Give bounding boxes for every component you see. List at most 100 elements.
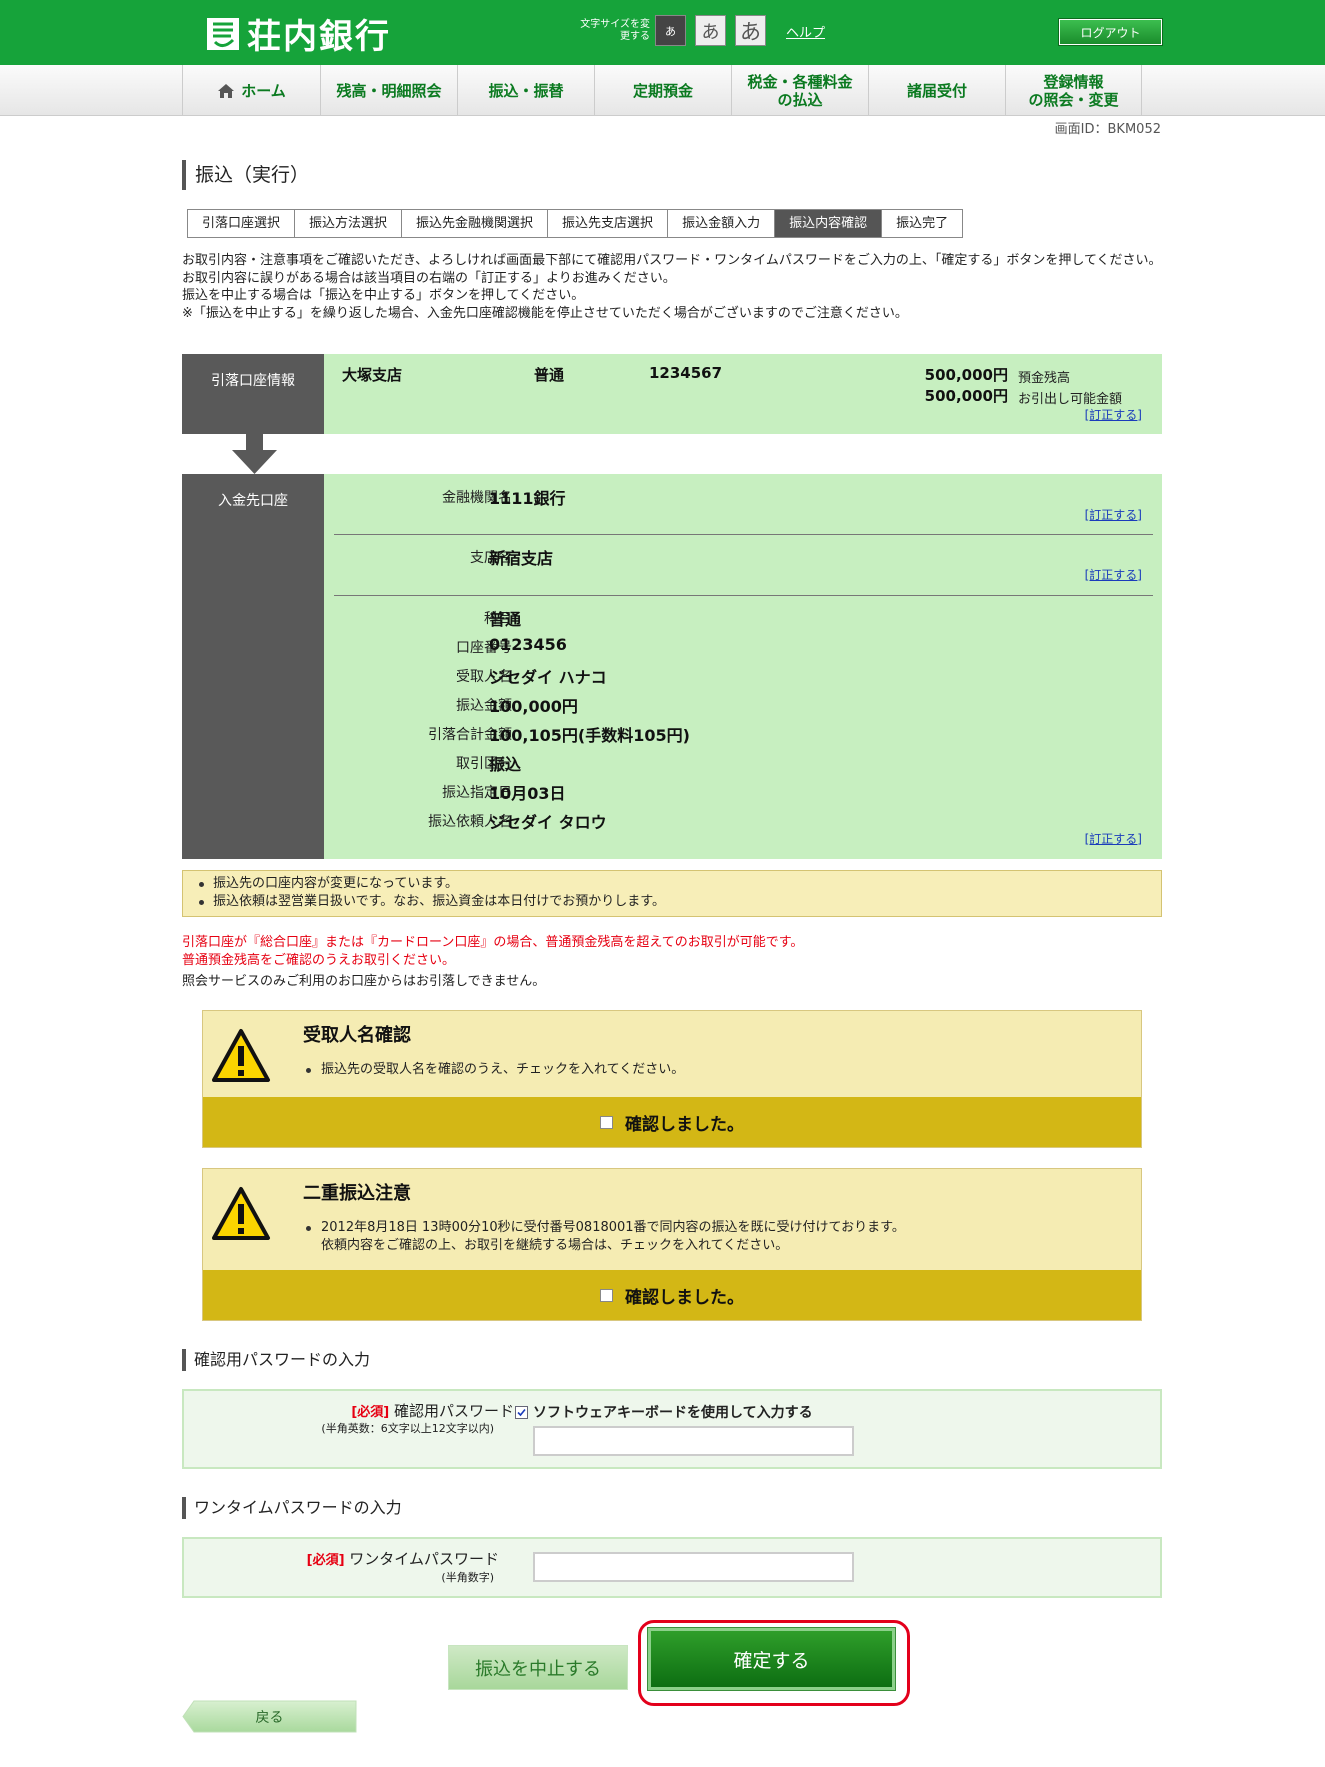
step-item: 振込先支店選択 [548,210,669,237]
recipient-confirm-alert: 受取人名確認 振込先の受取人名を確認のうえ、チェックを入れてください。 確認しま… [202,1010,1142,1148]
bank-name-value: 1111銀行 [489,489,566,508]
font-size-medium-button[interactable]: あ [695,15,726,46]
from-account-panel: 引落口座情報 大塚支店 普通 1234567 500,000円 預金残高 500… [182,354,1162,434]
step-item: 振込先金融機関選択 [402,210,549,237]
down-arrow-icon [232,434,277,474]
duplicate-transfer-alert: 二重振込注意 2012年8月18日 13時00分10秒に受付番号0818001番… [202,1168,1142,1321]
from-available-label: お引出し可能金額 [1018,392,1123,407]
nav-balance[interactable]: 残高・明細照会 [320,65,457,116]
instruction-line: ※「振込を中止する」を繰り返した場合、入金先口座確認機能を停止させていただく場合… [182,305,908,321]
font-size-label: 文字サイズを変更する [580,19,650,42]
step-item: 振込完了 [882,210,963,237]
otp-label: [必須] ワンタイムパスワード [306,1550,499,1568]
from-correct-link[interactable]: [訂正する] [1085,406,1142,423]
page-title: 振込（実行） [182,160,309,190]
otp-input[interactable] [533,1552,854,1582]
divider [334,534,1153,535]
main-nav: ホーム 残高・明細照会 振込・振替 定期預金 税金・各種料金 の払込 諸届受付 … [0,65,1325,116]
nav-registration[interactable]: 登録情報 の照会・変更 [1005,65,1142,116]
detail-value: ジセダイ タロウ [489,813,607,832]
detail-label: 受取人名 [456,669,512,685]
otp-hint: (半角数字) [441,1571,494,1584]
software-keyboard-label[interactable]: ソフトウェアキーボードを使用して入力する [533,1402,813,1422]
detail-value: 振込 [489,755,522,774]
detail-label: 振込金額 [456,698,512,714]
password-hint: (半角英数：6文字以上12文字以内) [321,1422,494,1435]
font-size-large-button[interactable]: あ [735,15,766,46]
detail-value: ジセダイ ハナコ [489,668,607,687]
confirm-check-label[interactable]: 確認しました。 [625,1110,744,1135]
to-account-panel: 入金先口座 金融機関名 1111銀行 [訂正する] 支店名 新宿支店 [訂正する… [182,474,1162,859]
alert-title: 二重振込注意 [303,1183,411,1204]
confirm-check-label[interactable]: 確認しました。 [625,1283,744,1308]
instruction-line: お取引内容に誤りがある場合は該当項目の右端の「訂正する」よりお進みください。 [182,270,676,286]
confirm-check-bar: 確認しました。 [203,1097,1141,1147]
detail-label: 取引区分 [456,756,512,772]
cancel-transfer-button[interactable]: 振込を中止する [448,1645,628,1690]
duplicate-confirm-checkbox[interactable] [600,1288,613,1302]
detail-value: 普通 [489,610,522,629]
divider [334,595,1153,596]
recipient-confirm-checkbox[interactable] [600,1115,613,1129]
bank-name: 荘内銀行 [247,16,391,57]
bank-name-label: 金融機関名 [442,490,512,506]
info-text: 照会サービスのみご利用のお口座からはお引落しできません。 [182,974,546,989]
detail-value: 100,000円 [489,697,578,716]
confirm-button[interactable]: 確定する [647,1627,896,1691]
from-account-type: 普通 [534,366,565,384]
screen-id: 画面ID：BKM052 [1054,122,1161,137]
detail-label: 振込指定日 [442,785,512,801]
home-icon [218,83,235,98]
step-item: 引落口座選択 [188,210,296,237]
notice-box: 振込先の口座内容が変更になっています。 振込依頼は翌営業日扱いです。なお、振込資… [182,870,1162,917]
password-label: [必須] 確認用パスワード [351,1402,514,1420]
header: 荘内銀行 文字サイズを変更する あ あ あ ヘルプ ログアウト [0,0,1325,65]
detail-value: 10月03日 [489,784,566,803]
branch-name-label: 支店名 [470,550,512,566]
detail-label: 科目 [484,611,512,627]
password-section-title: 確認用パスワードの入力 [182,1349,370,1371]
password-input[interactable] [533,1426,854,1456]
to-account-label: 入金先口座 [182,474,324,859]
step-indicator: 引落口座選択 振込方法選択 振込先金融機関選択 振込先支店選択 振込金額入力 振… [187,209,964,238]
instruction-line: 振込を中止する場合は「振込を中止する」ボタンを押してください。 [182,288,585,303]
nav-transfer[interactable]: 振込・振替 [457,65,594,116]
details-correct-link[interactable]: [訂正する] [1085,830,1142,847]
bank-logo[interactable]: 荘内銀行 [205,13,391,57]
detail-label: 引落合計金額 [428,727,512,743]
otp-section-title: ワンタイムパスワードの入力 [182,1497,402,1519]
branch-correct-link[interactable]: [訂正する] [1085,566,1142,583]
nav-time-deposit[interactable]: 定期預金 [594,65,731,116]
from-balance: 500,000円 [924,366,1008,384]
step-item-current: 振込内容確認 [775,210,883,237]
from-balance-label: 預金残高 [1018,371,1071,386]
step-item: 振込金額入力 [668,210,776,237]
logout-button[interactable]: ログアウト [1058,18,1163,46]
nav-notifications[interactable]: 諸届受付 [868,65,1005,116]
nav-tax-payment[interactable]: 税金・各種料金 の払込 [731,65,868,116]
bank-logo-icon [207,18,239,50]
detail-label: 口座番号 [456,640,512,656]
detail-value: 100,105円(手数料105円) [489,726,690,745]
alert-body: 振込先の受取人名を確認のうえ、チェックを入れてください。 [303,1061,684,1079]
warning-icon [212,1187,270,1240]
font-size-small-button[interactable]: あ [655,15,686,46]
from-branch: 大塚支店 [342,366,403,384]
branch-name-value: 新宿支店 [489,549,554,568]
from-account-label: 引落口座情報 [182,354,324,434]
back-button-label: 戻る [255,1710,284,1726]
help-link[interactable]: ヘルプ [786,22,825,41]
software-keyboard-option: ソフトウェアキーボードを使用して入力する [515,1402,813,1422]
bank-correct-link[interactable]: [訂正する] [1085,506,1142,523]
password-form: [必須] 確認用パスワード (半角英数：6文字以上12文字以内) ソフトウェアキ… [182,1389,1162,1469]
alert-body: 2012年8月18日 13時00分10秒に受付番号0818001番で同内容の振込… [303,1219,905,1255]
notice-item: 振込依頼は翌営業日扱いです。なお、振込資金は本日付けでお預かりします。 [197,893,1161,911]
software-keyboard-checkbox[interactable] [515,1405,528,1419]
step-item: 振込方法選択 [295,210,403,237]
alert-title: 受取人名確認 [303,1025,411,1046]
from-available: 500,000円 [924,387,1008,405]
nav-home[interactable]: ホーム [182,65,320,116]
instructions: お取引内容・注意事項をご確認いただき、よろしければ画面最下部にて確認用パスワード… [182,252,1164,322]
back-button[interactable]: 戻る [182,1700,357,1733]
detail-label: 振込依頼人名 [428,814,512,830]
